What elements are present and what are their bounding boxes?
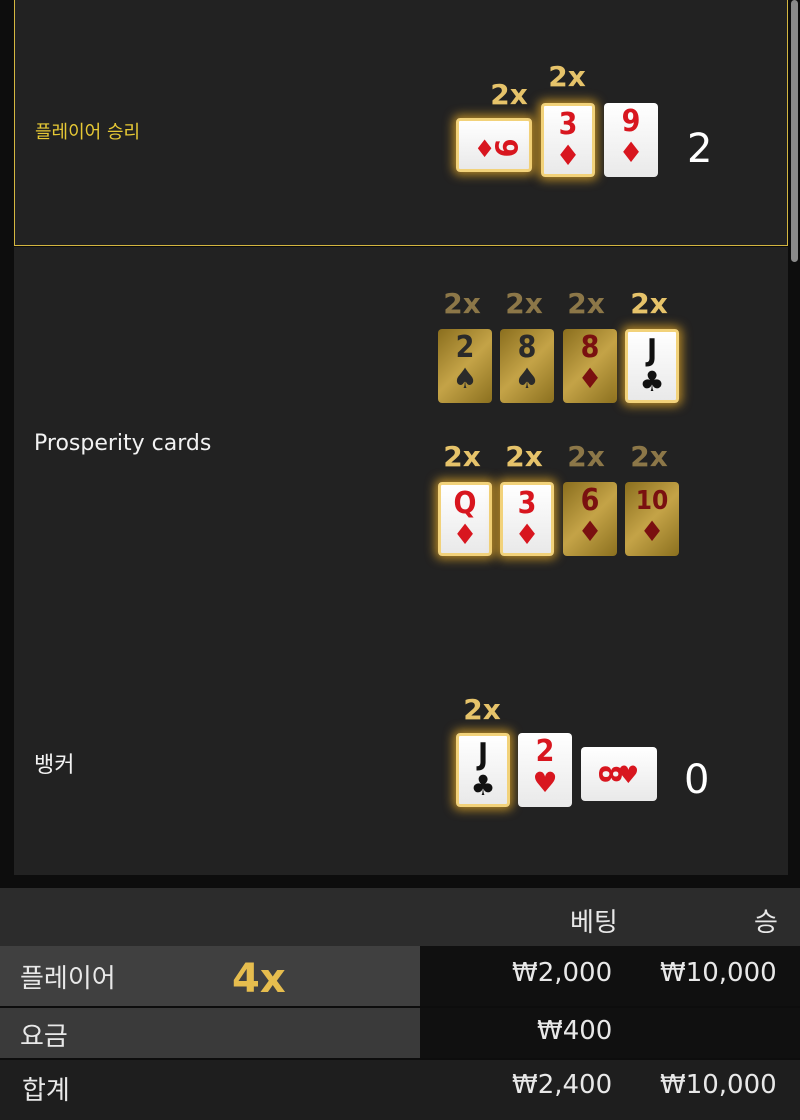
player-card-sideways: ♦9 [456,118,532,172]
prosperity-card: J ♣ [625,329,679,403]
player-card: 9 ♦ [604,103,658,177]
banker-card: J ♣ [456,733,510,807]
bet-amount: ₩400 [537,1016,613,1046]
banker-card: 2 ♥ [518,733,572,807]
prosperity-card: 10 ♦ [625,482,679,556]
row-label: 플레이어 [20,964,116,994]
prosperity-card: 2 ♠ [438,329,492,403]
player-card: 3 ♦ [541,103,595,177]
prosperity-multiplier: 2x [567,287,605,320]
total-multiplier: 4x [232,956,286,1002]
player-result-panel: 플레이어 승리 2x 2x ♦9 3 ♦ 9 ♦ 2 [14,0,788,246]
total-bet: ₩2,400 [512,1070,613,1100]
table-header: 베팅 승 [0,888,800,946]
prosperity-card: 8 ♠ [500,329,554,403]
player-win-label: 플레이어 승리 [35,122,141,143]
prosperity-multiplier: 2x [567,440,605,473]
prosperity-card: 8 ♦ [563,329,617,403]
prosperity-multiplier: 2x [505,440,543,473]
banker-card-multiplier: 2x [463,693,501,726]
prosperity-multiplier: 2x [443,440,481,473]
win-column-header: 승 [754,908,778,938]
prosperity-card: 3 ♦ [500,482,554,556]
prosperity-multiplier: 2x [630,440,668,473]
player-score: 2 [687,126,713,172]
prosperity-card: Q ♦ [438,482,492,556]
total-label: 합계 [22,1076,70,1106]
table-row: 요금 ₩400 [0,1008,800,1058]
banker-panel: 뱅커 2x J ♣ 2 ♥ 8♥ 0 [14,627,788,875]
prosperity-card: 6 ♦ [563,482,617,556]
table-row: 플레이어 ₩2,000 ₩10,000 [0,946,800,1006]
bet-column-header: 베팅 [570,908,618,938]
win-amount: ₩10,000 [660,958,777,988]
total-win: ₩10,000 [660,1070,777,1100]
row-label: 요금 [20,1022,68,1052]
player-card-multiplier: 2x [490,78,528,111]
prosperity-multiplier: 2x [505,287,543,320]
prosperity-panel: Prosperity cards 2x 2x 2x 2x 2 ♠ 8 ♠ 8 ♦ J ♣… [14,247,788,627]
prosperity-multiplier: 2x [630,287,668,320]
prosperity-multiplier: 2x [443,287,481,320]
table-total-row: 합계 ₩2,400 ₩10,000 [0,1060,800,1120]
banker-label: 뱅커 [34,753,75,778]
results-table: 베팅 승 플레이어 ₩2,000 ₩10,000 4x 요금 ₩400 합계 ₩… [0,888,800,1120]
banker-card-sideways: 8♥ [581,747,657,801]
scrollbar[interactable] [791,0,798,262]
banker-score: 0 [684,757,710,803]
prosperity-label: Prosperity cards [34,431,212,456]
player-card-multiplier: 2x [548,60,586,93]
bet-amount: ₩2,000 [512,958,613,988]
